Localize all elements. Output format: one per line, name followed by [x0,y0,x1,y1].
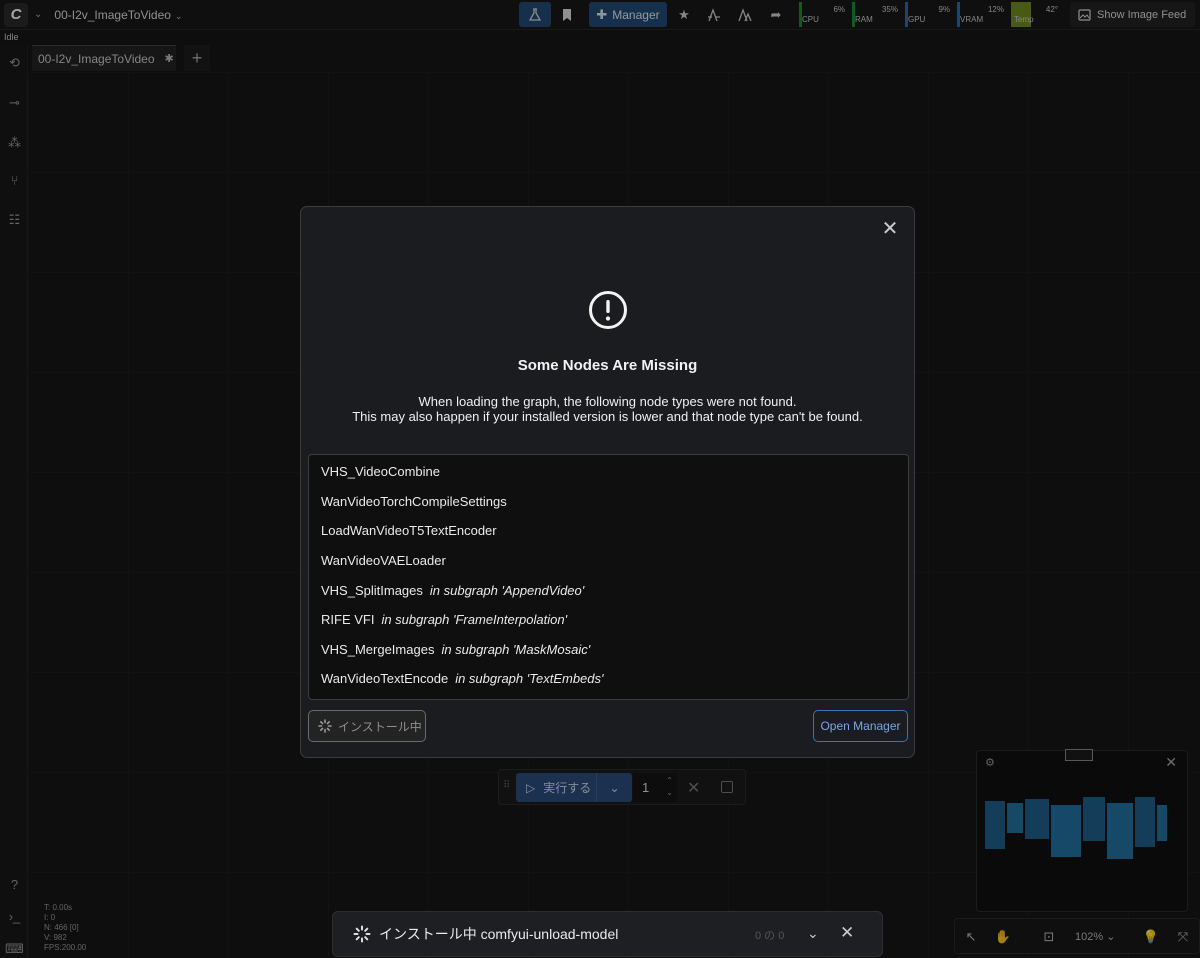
node-subgraph: in subgraph 'FrameInterpolation' [381,612,568,628]
missing-node-list[interactable]: VHS_VideoCombine WanVideoTorchCompileSett… [308,454,909,700]
list-item: WanVideoVAELoader [309,546,908,576]
exclamation-icon [589,291,627,329]
list-item: LoadWanVideoT5TextEncoder [309,516,908,546]
close-icon[interactable]: ✕ [880,219,900,239]
spinner-icon [318,719,332,733]
list-item: WanVideoTextEncode in subgraph 'TextEmbed… [309,664,908,694]
node-type-name: RIFE VFI [321,612,375,628]
open-manager-button[interactable]: Open Manager [813,710,908,742]
list-item: VHS_SplitImages in subgraph 'AppendVideo' [309,575,908,605]
node-subgraph: in subgraph 'MaskMosaic' [441,641,591,657]
chevron-down-icon[interactable]: ⌄ [807,925,819,942]
node-type-name: LoadWanVideoT5TextEncoder [321,523,497,539]
missing-nodes-dialog: ✕ Some Nodes Are Missing When loading th… [300,206,915,758]
node-type-name: WanVideoTextEncode [321,671,449,687]
dialog-message: When loading the graph, the following no… [352,394,863,424]
node-type-name: VHS_SplitImages [321,582,423,598]
node-subgraph: in subgraph 'TextEmbeds' [455,671,604,687]
install-progress-toast: インストール中 comfyui-unload-model 0 の 0 ⌄ ✕ [332,911,883,957]
node-type-name: WanVideoTorchCompileSettings [321,493,507,509]
toast-count: 0 の 0 [755,930,785,942]
spinner-icon [353,925,371,943]
toast-message: インストール中 comfyui-unload-model [379,926,619,942]
dialog-title: Some Nodes Are Missing [517,357,698,374]
list-item: RIFE VFI in subgraph 'FrameInterpolation' [309,605,908,635]
list-item: VHS_VideoCombine [309,457,908,487]
node-type-name: VHS_VideoCombine [321,464,440,480]
list-item: WanVideoTorchCompileSettings [309,487,908,517]
node-subgraph: in subgraph 'AppendVideo' [429,582,585,598]
node-type-name: VHS_MergeImages [321,641,435,657]
install-button[interactable]: インストール中 [308,710,426,742]
node-type-name: WanVideoVAELoader [321,553,446,569]
list-item: VHS_MergeImages in subgraph 'MaskMosaic' [309,635,908,665]
close-icon[interactable]: ✕ [840,923,854,943]
